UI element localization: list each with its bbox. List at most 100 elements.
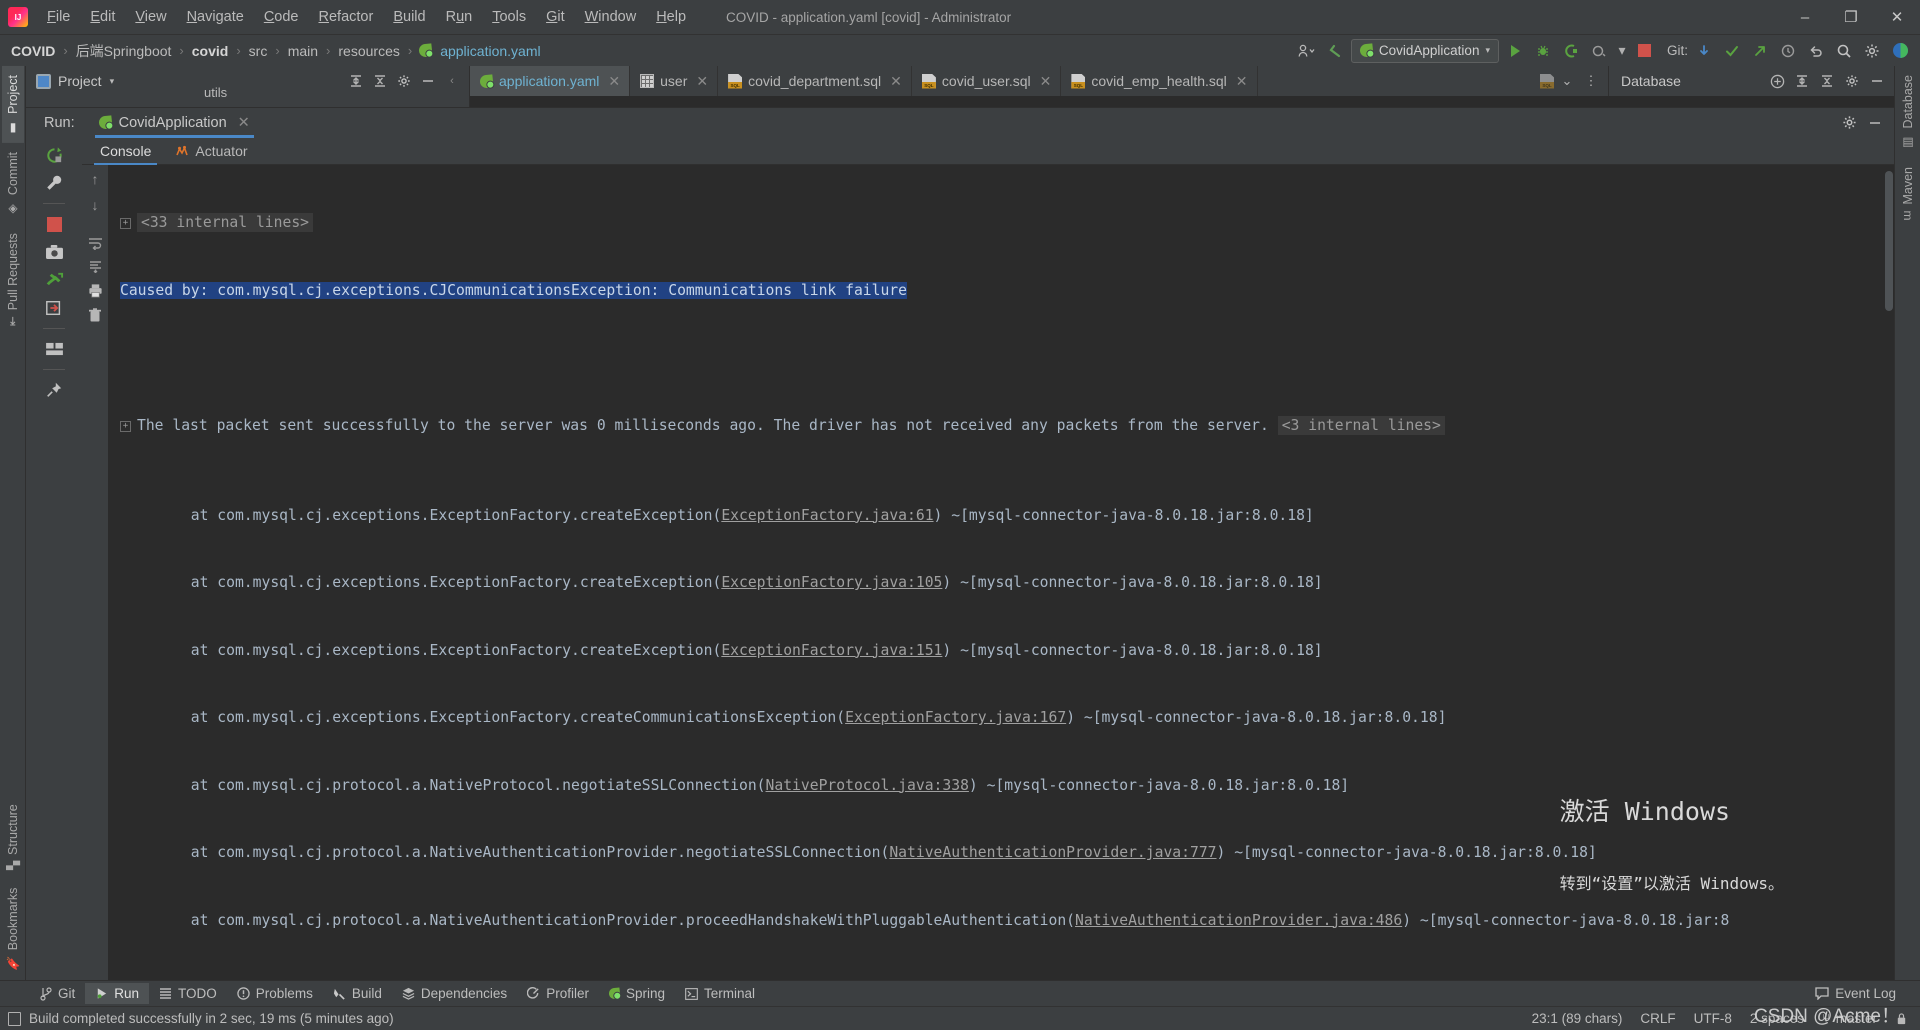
chevron-down-icon[interactable]: ⌄	[1556, 70, 1578, 92]
editor-tab-user[interactable]: user ✕	[630, 66, 719, 96]
sidebar-item-structure[interactable]: ▚ Structure	[2, 795, 24, 879]
commit-icon[interactable]	[1720, 39, 1744, 63]
sidebar-item-commit[interactable]: ◈ Commit	[2, 143, 24, 224]
scroll-to-end-icon[interactable]	[88, 260, 103, 273]
maximize-button[interactable]: ❐	[1828, 0, 1874, 35]
close-icon[interactable]: ✕	[1236, 73, 1248, 90]
event-log-button[interactable]: Event Log	[1805, 983, 1906, 1004]
thread-dump-icon[interactable]	[41, 267, 67, 293]
console-output[interactable]: + <33 internal lines> Caused by: com.mysq…	[108, 165, 1894, 980]
up-arrow-icon[interactable]: ↑	[92, 171, 99, 187]
console-line-trace[interactable]: at com.mysql.cj.exceptions.ExceptionFact…	[108, 505, 1894, 528]
source-link[interactable]: ExceptionFactory.java:167	[845, 709, 1066, 726]
bottom-tab-spring[interactable]: Spring	[599, 983, 675, 1004]
bottom-tab-problems[interactable]: Problems	[227, 983, 323, 1004]
layout-icon[interactable]	[41, 336, 67, 362]
chevron-down-icon[interactable]: ▾	[1615, 39, 1629, 63]
sidebar-item-project[interactable]: ▮ Project	[1, 66, 24, 143]
rerun-icon[interactable]	[41, 142, 67, 168]
bottom-tab-git[interactable]: Git	[30, 983, 85, 1004]
tab-actuator[interactable]: Actuator	[163, 137, 259, 164]
push-icon[interactable]	[1748, 39, 1772, 63]
menu-view[interactable]: View	[125, 5, 176, 29]
hide-icon[interactable]	[1864, 112, 1886, 134]
breadcrumb-file[interactable]: application.yaml	[437, 41, 543, 61]
close-icon[interactable]: ✕	[608, 73, 620, 90]
wrench-icon[interactable]	[41, 170, 67, 196]
coverage-icon[interactable]	[1559, 39, 1583, 63]
lock-icon[interactable]	[1895, 1012, 1908, 1025]
menu-code[interactable]: Code	[254, 5, 309, 29]
soft-wrap-icon[interactable]	[88, 237, 103, 250]
tab-console[interactable]: Console	[88, 137, 163, 165]
bottom-tab-dependencies[interactable]: Dependencies	[392, 983, 517, 1004]
stop-icon[interactable]	[41, 211, 67, 237]
settings-icon[interactable]	[1841, 70, 1863, 92]
breadcrumb-module[interactable]: 后端Springboot	[73, 39, 175, 63]
console-line-trace[interactable]: at com.mysql.cj.exceptions.ExceptionFact…	[108, 707, 1894, 730]
run-tab-covidapplication[interactable]: CovidApplication ✕	[89, 108, 260, 138]
menu-git[interactable]: Git	[536, 5, 575, 29]
file-encoding[interactable]: UTF-8	[1694, 1011, 1732, 1026]
bottom-tab-profiler[interactable]: Profiler	[517, 983, 599, 1004]
hide-icon[interactable]	[1866, 70, 1888, 92]
breadcrumb-main[interactable]: main	[285, 41, 321, 61]
source-link[interactable]: NativeProtocol.java:338	[766, 777, 969, 794]
bottom-tab-terminal[interactable]: Terminal	[675, 983, 765, 1004]
console-line-trace[interactable]: at com.mysql.cj.protocol.a.NativeAuthent…	[108, 910, 1894, 933]
back-arrow-icon[interactable]	[1323, 39, 1347, 63]
console-line-trace[interactable]: at com.mysql.cj.protocol.a.NativeProtoco…	[108, 775, 1894, 798]
expand-fold-icon[interactable]: +	[120, 420, 131, 432]
trash-icon[interactable]	[88, 308, 102, 323]
menu-file[interactable]: File	[37, 5, 80, 29]
caret-position[interactable]: 23:1 (89 chars)	[1532, 1011, 1623, 1026]
console-line-trace[interactable]: at com.mysql.cj.exceptions.ExceptionFact…	[108, 640, 1894, 663]
db-add-icon[interactable]	[1766, 70, 1788, 92]
search-everywhere-icon[interactable]	[1832, 39, 1856, 63]
close-icon[interactable]: ✕	[696, 73, 708, 90]
breadcrumb-src[interactable]: src	[246, 41, 271, 61]
run-configuration-selector[interactable]: CovidApplication ▾	[1350, 38, 1499, 63]
more-options-icon[interactable]: ⋮	[1580, 70, 1602, 92]
menu-tools[interactable]: Tools	[482, 5, 536, 29]
expand-all-icon[interactable]	[345, 70, 367, 92]
collapse-all-icon[interactable]	[369, 70, 391, 92]
folded-lines-label[interactable]: <33 internal lines>	[137, 213, 314, 232]
expand-fold-icon[interactable]: +	[120, 218, 131, 229]
pin-icon[interactable]	[41, 377, 67, 403]
menu-navigate[interactable]: Navigate	[177, 5, 254, 29]
console-line-trace[interactable]: at com.mysql.cj.exceptions.ExceptionFact…	[108, 572, 1894, 595]
bottom-tab-run[interactable]: Run	[85, 983, 150, 1004]
export-icon[interactable]	[41, 295, 67, 321]
indent-setting[interactable]: 2 spaces	[1750, 1011, 1804, 1026]
close-button[interactable]: ✕	[1874, 0, 1920, 35]
memory-indicator-icon[interactable]	[8, 1011, 21, 1026]
close-icon[interactable]: ✕	[890, 73, 902, 90]
stop-icon[interactable]	[1633, 39, 1657, 63]
close-icon[interactable]: ✕	[238, 115, 250, 131]
collapse-panel-icon[interactable]: ‹	[441, 70, 463, 92]
console-scrollbar[interactable]	[1883, 165, 1894, 980]
editor-tab-covid-department-sql[interactable]: covid_department.sql ✕	[718, 66, 912, 96]
source-link[interactable]: NativeAuthenticationProvider.java:202	[757, 979, 1084, 980]
close-icon[interactable]: ✕	[1040, 73, 1052, 90]
menu-help[interactable]: Help	[646, 5, 696, 29]
console-line-caused-by[interactable]: Caused by: com.mysql.cj.exceptions.CJCom…	[108, 280, 1894, 303]
print-icon[interactable]	[88, 283, 103, 298]
menu-build[interactable]: Build	[383, 5, 435, 29]
menu-run[interactable]: Run	[436, 5, 483, 29]
line-separator[interactable]: CRLF	[1640, 1011, 1675, 1026]
editor-tab-covid-emp-health-sql[interactable]: covid_emp_health.sql ✕	[1061, 66, 1258, 96]
folded-lines-label[interactable]: <3 internal lines>	[1277, 415, 1445, 435]
console-line-trace[interactable]: at com.mysql.cj.protocol.a.NativeAuthent…	[108, 842, 1894, 865]
update-project-icon[interactable]	[1692, 39, 1716, 63]
rollback-icon[interactable]	[1804, 39, 1828, 63]
collapse-icon[interactable]	[1816, 70, 1838, 92]
camera-icon[interactable]	[41, 239, 67, 265]
run-icon[interactable]	[1503, 39, 1527, 63]
debug-icon[interactable]	[1531, 39, 1555, 63]
user-settings-icon[interactable]	[1295, 39, 1319, 63]
sidebar-item-maven[interactable]: m Maven	[1897, 158, 1919, 230]
chevron-down-icon[interactable]: ▾	[110, 76, 115, 87]
menu-refactor[interactable]: Refactor	[309, 5, 384, 29]
